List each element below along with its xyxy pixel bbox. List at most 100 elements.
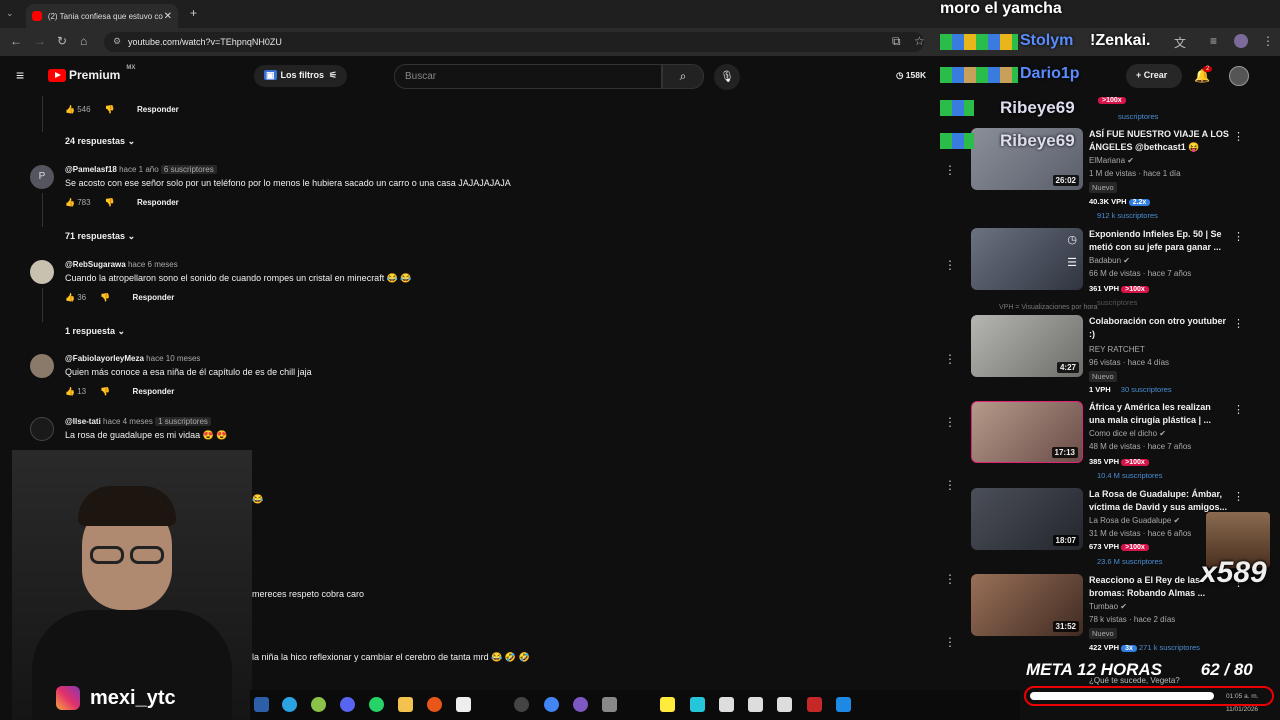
show-replies-button[interactable]: 1 respuesta ⌄ xyxy=(65,326,125,337)
dislike-icon[interactable]: 👎 xyxy=(105,105,115,114)
back-icon[interactable]: ← xyxy=(10,34,22,48)
like-icon[interactable]: 👍 xyxy=(65,198,75,207)
watch-later-icon[interactable]: ◷ xyxy=(1067,233,1077,246)
like-icon[interactable]: 👍 xyxy=(65,387,75,396)
video-channel[interactable]: ElMariana ✔ xyxy=(1089,156,1134,165)
app-icon[interactable] xyxy=(836,697,851,712)
like-icon[interactable]: 👍 xyxy=(65,105,75,114)
forward-icon[interactable]: → xyxy=(34,34,46,48)
video-title[interactable]: Colaboración con otro youtuber :) xyxy=(1089,315,1229,341)
related-video-card[interactable]: ◷ ☰ Exponiendo Infieles Ep. 50 | Se metió… xyxy=(971,228,1261,312)
app-icon[interactable] xyxy=(690,697,705,712)
new-tab-button[interactable]: + xyxy=(190,6,197,20)
filters-button[interactable]: ▣ Los filtros ⚟ xyxy=(254,65,348,87)
comment-menu-icon[interactable]: ⋮ xyxy=(944,415,956,429)
comment-menu-icon[interactable]: ⋮ xyxy=(944,258,956,272)
video-menu-icon[interactable]: ⋮ xyxy=(1233,490,1244,503)
youtube-logo[interactable]: Premium MX xyxy=(48,65,135,82)
video-thumbnail[interactable]: ◷ ☰ xyxy=(971,228,1083,290)
browser-menu-icon[interactable]: ⋮ xyxy=(1262,34,1274,48)
whatsapp-icon[interactable] xyxy=(369,697,384,712)
avatar[interactable] xyxy=(30,354,54,378)
hamburger-menu-icon[interactable]: ≡ xyxy=(16,67,24,83)
search-button[interactable]: ⌕ xyxy=(662,64,704,89)
reply-button[interactable]: Responder xyxy=(133,293,175,302)
profile-avatar[interactable] xyxy=(1234,34,1248,48)
video-channel[interactable]: Badabun ✔ xyxy=(1089,256,1130,265)
related-video-card[interactable]: 17:13 África y América les realizan una … xyxy=(971,401,1261,485)
video-title[interactable]: ASÍ FUE NUESTRO VIAJE A LOS ÁNGELES @bet… xyxy=(1089,128,1229,154)
bookmark-star-icon[interactable]: ☆ xyxy=(914,34,925,48)
app-icon[interactable] xyxy=(456,697,471,712)
video-thumbnail[interactable]: 17:13 xyxy=(971,401,1083,463)
avatar[interactable]: P xyxy=(30,165,54,189)
video-channel[interactable]: La Rosa de Guadalupe ✔ xyxy=(1089,516,1180,525)
comment-time[interactable]: hace 10 meses xyxy=(146,354,200,363)
home-icon[interactable]: ⌂ xyxy=(80,34,87,48)
search-input[interactable]: Buscar xyxy=(394,64,662,89)
document-icon[interactable] xyxy=(748,697,763,712)
comment-menu-icon[interactable]: ⋮ xyxy=(944,163,956,177)
photoshop-icon[interactable] xyxy=(254,697,269,712)
avatar[interactable] xyxy=(30,260,54,284)
app-icon[interactable] xyxy=(602,697,617,712)
video-menu-icon[interactable]: ⋮ xyxy=(1233,403,1244,416)
comment-time[interactable]: hace 1 año xyxy=(119,165,159,174)
create-button[interactable]: + Crear xyxy=(1126,64,1182,88)
dislike-icon[interactable]: 👎 xyxy=(100,293,110,302)
video-menu-icon[interactable]: ⋮ xyxy=(1233,317,1244,330)
dislike-icon[interactable]: 👎 xyxy=(105,198,115,207)
comment-author[interactable]: @Ilse-tati xyxy=(65,417,101,426)
tab-list-icon[interactable]: ⌄ xyxy=(6,8,14,19)
account-avatar[interactable] xyxy=(1229,66,1249,86)
notes-icon[interactable] xyxy=(660,697,675,712)
file-explorer-icon[interactable] xyxy=(398,697,413,712)
address-bar[interactable]: ⚙ youtube.com/watch?v=TEhpnqNH0ZU xyxy=(104,32,924,52)
video-menu-icon[interactable]: ⋮ xyxy=(1233,230,1244,243)
reply-button[interactable]: Responder xyxy=(133,387,175,396)
browser-tab[interactable]: (2) Tania confiesa que estuvo co ✕ xyxy=(26,4,178,28)
translate-icon[interactable]: 文 xyxy=(1174,34,1186,51)
avatar[interactable] xyxy=(30,417,54,441)
video-title[interactable]: La Rosa de Guadalupe: Ámbar, víctima de … xyxy=(1089,488,1229,514)
document-icon[interactable] xyxy=(719,697,734,712)
video-menu-icon[interactable]: ⋮ xyxy=(1233,130,1244,143)
app-icon[interactable] xyxy=(807,697,822,712)
add-to-queue-icon[interactable]: ☰ xyxy=(1067,256,1077,269)
comment-menu-icon[interactable]: ⋮ xyxy=(944,572,956,586)
close-tab-icon[interactable]: ✕ xyxy=(164,11,172,22)
app-icon[interactable] xyxy=(573,697,588,712)
comment-author[interactable]: @Pamelasf18 xyxy=(65,165,117,174)
app-icon[interactable] xyxy=(311,697,326,712)
app-icon[interactable] xyxy=(427,697,442,712)
video-channel[interactable]: Tumbao ✔ xyxy=(1089,602,1127,611)
video-channel[interactable]: Como dice el dicho ✔ xyxy=(1089,429,1166,438)
video-title[interactable]: África y América les realizan una mala c… xyxy=(1089,401,1229,427)
site-info-icon[interactable]: ⚙ xyxy=(113,36,121,47)
show-replies-button[interactable]: 24 respuestas ⌄ xyxy=(65,136,135,147)
discord-icon[interactable] xyxy=(340,697,355,712)
comment-menu-icon[interactable]: ⋮ xyxy=(944,352,956,366)
comment-time[interactable]: hace 6 meses xyxy=(128,260,178,269)
reply-button[interactable]: Responder xyxy=(137,105,179,114)
video-channel[interactable]: REY RATCHET xyxy=(1089,345,1145,354)
like-icon[interactable]: 👍 xyxy=(65,293,75,302)
related-video-card[interactable]: 4:27 Colaboración con otro youtuber :) R… xyxy=(971,315,1261,399)
comment-author[interactable]: @FabiolayorleyMeza xyxy=(65,354,144,363)
app-icon[interactable] xyxy=(514,697,529,712)
voice-search-button[interactable]: 🎙 xyxy=(714,64,740,90)
chrome-icon[interactable] xyxy=(544,697,559,712)
reply-button[interactable]: Responder xyxy=(137,198,179,207)
telegram-icon[interactable] xyxy=(282,697,297,712)
video-thumbnail[interactable]: 4:27 xyxy=(971,315,1083,377)
show-replies-button[interactable]: 71 respuestas ⌄ xyxy=(65,231,135,242)
reading-list-icon[interactable]: ≡ xyxy=(1210,34,1217,48)
dislike-icon[interactable]: 👎 xyxy=(100,387,110,396)
comment-author[interactable]: @RebSugarawa xyxy=(65,260,126,269)
comment-time[interactable]: hace 4 meses xyxy=(103,417,153,426)
install-icon[interactable]: ⧉ xyxy=(892,34,901,49)
video-thumbnail[interactable]: 18:07 xyxy=(971,488,1083,550)
video-title[interactable]: Exponiendo Infieles Ep. 50 | Se metió co… xyxy=(1089,228,1229,254)
document-icon[interactable] xyxy=(777,697,792,712)
reload-icon[interactable]: ↻ xyxy=(57,34,67,48)
